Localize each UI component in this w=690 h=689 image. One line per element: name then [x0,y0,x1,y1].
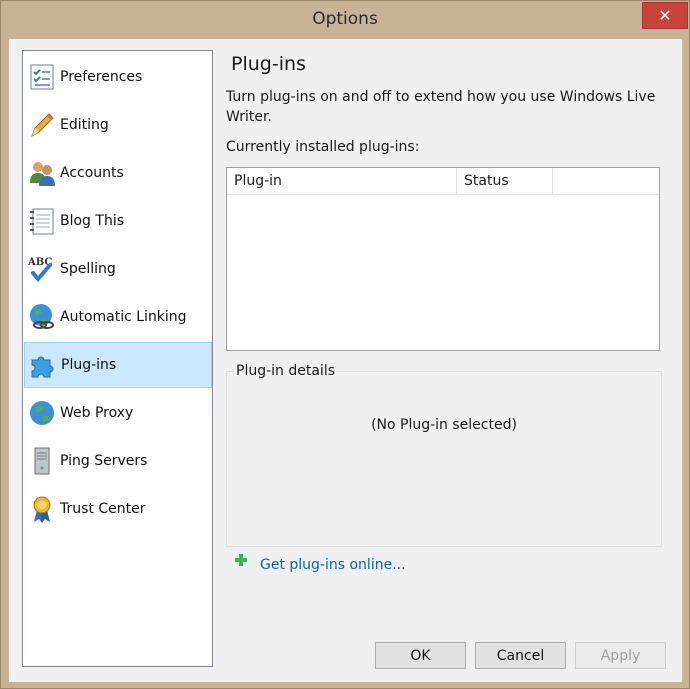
sidebar-item-automatic-linking[interactable]: Automatic Linking [24,294,212,340]
installed-plugins-label: Currently installed plug-ins: [226,139,420,155]
sidebar-item-label: Automatic Linking [60,309,187,325]
globe-icon [30,401,54,425]
sidebar-item-label: Preferences [60,69,143,85]
page-title: Plug-ins [231,53,306,75]
options-window: Options ✕ Preferences Editing Accounts B… [0,0,690,689]
sidebar-item-trust-center[interactable]: Trust Center [24,486,212,532]
no-selection-message: (No Plug-in selected) [371,417,517,433]
window-title: Options [312,9,378,29]
checklist-icon [30,64,54,90]
globe-link-icon [30,304,54,329]
abc-check-icon: ABC [27,257,52,283]
sidebar-item-plug-ins[interactable]: Plug-ins [24,342,212,388]
server-icon [34,447,50,475]
ribbon-award-icon [33,496,51,523]
plugin-details-group [226,371,662,547]
notepad-icon [30,208,54,235]
sidebar-item-web-proxy[interactable]: Web Proxy [24,390,212,436]
cancel-button[interactable]: Cancel [475,642,566,669]
sidebar-item-blog-this[interactable]: Blog This [24,198,212,244]
puzzle-icon [31,356,54,378]
plus-icon [235,554,247,566]
sidebar-item-label: Trust Center [60,501,146,517]
close-icon: ✕ [658,6,672,25]
sidebar-item-label: Blog This [60,213,125,229]
sidebar-item-label: Spelling [60,261,116,277]
sidebar-item-spelling[interactable]: ABC Spelling [24,246,212,292]
sidebar-item-ping-servers[interactable]: Ping Servers [24,438,212,484]
title-bar[interactable]: Options ✕ [1,1,689,39]
sidebar-item-label: Editing [60,117,109,133]
get-plugins-online[interactable]: Get plug-ins online... [235,554,406,573]
sidebar-item-label: Web Proxy [60,405,134,421]
column-header-plug-in[interactable]: Plug-in [227,168,457,195]
category-list[interactable]: Preferences Editing Accounts Blog This A… [22,50,213,667]
get-plugins-online-link[interactable]: Get plug-ins online... [260,557,406,573]
sidebar-item-editing[interactable]: Editing [24,102,212,148]
pencil-icon [31,113,54,138]
users-icon [30,162,55,186]
apply-button[interactable]: Apply [575,642,666,669]
dialog-client-area: Preferences Editing Accounts Blog This A… [9,39,682,682]
sidebar-item-label: Plug-ins [61,357,117,373]
plugin-details-legend: Plug-in details [235,363,336,379]
sidebar-item-label: Ping Servers [60,453,148,469]
column-header-status[interactable]: Status [457,168,553,195]
page-description: Turn plug-ins on and off to extend how y… [226,89,656,125]
plugins-list[interactable]: Plug-in Status [226,167,660,351]
sidebar-item-label: Accounts [60,165,124,181]
list-header: Plug-in Status [227,168,659,195]
sidebar-item-preferences[interactable]: Preferences [24,54,212,100]
sidebar-item-accounts[interactable]: Accounts [24,150,212,196]
ok-button[interactable]: OK [375,642,466,669]
close-button[interactable]: ✕ [642,2,688,29]
